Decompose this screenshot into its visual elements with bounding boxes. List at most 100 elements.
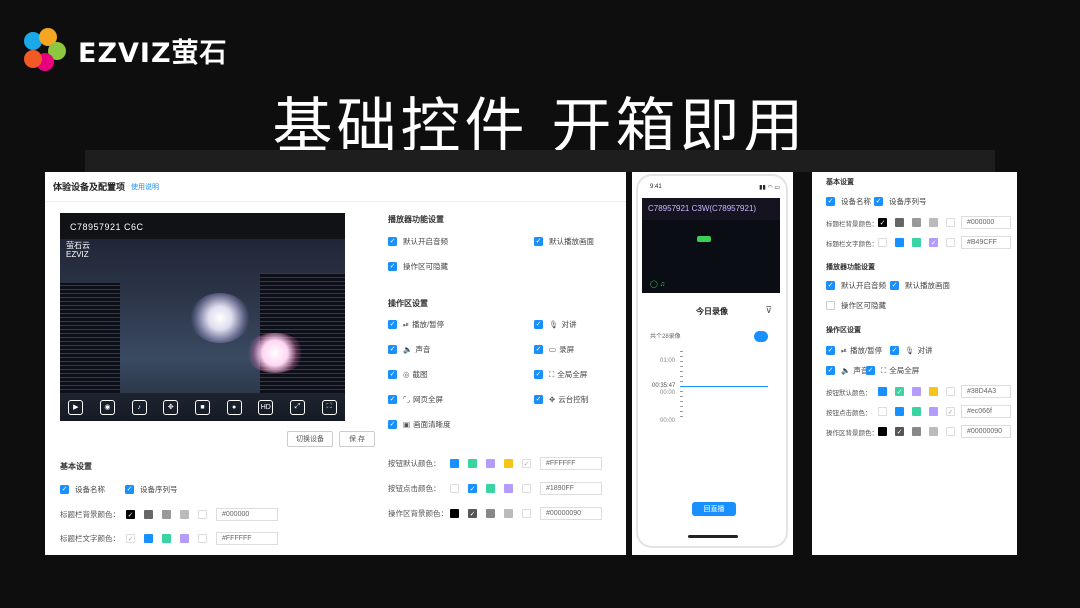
ezviz-flower-icon (24, 28, 68, 72)
hide-ops-option[interactable]: ✓ 操作区可隐藏 (388, 261, 448, 272)
panel-title: 体验设备及配置项 (53, 182, 126, 192)
device-name-option[interactable]: ✓ 设备名称 (60, 484, 105, 495)
hex-input[interactable]: #FFFFFF (216, 532, 278, 545)
swatch-white[interactable] (198, 510, 207, 519)
hex-input[interactable]: #ec066f (961, 405, 1011, 418)
phone-video[interactable]: C78957921 C3W(C78957921) ◯ ♫ (642, 198, 780, 293)
filter-icon[interactable]: ⊽ (765, 305, 772, 316)
btn-default-color-row: 按钮默认颜色： ✓ #38D4A3 (826, 385, 1011, 398)
phone-status-bar: 9:41 ▮▮ ◠ ▭ (650, 184, 780, 191)
swatch-gray[interactable] (162, 510, 171, 519)
fullscreen-option[interactable]: ✓ ⛶ 全局全屏 (866, 365, 919, 376)
hd-icon[interactable]: HD (258, 399, 274, 415)
home-indicator (688, 535, 738, 538)
hex-input[interactable]: #B49CFF (961, 236, 1011, 249)
play-icon[interactable]: ▶ (68, 399, 84, 415)
record-count: 共个28录像 (650, 334, 681, 340)
web-fullscreen-icon[interactable]: ⤢ (289, 399, 305, 415)
ptz-icon: ✥ (549, 395, 556, 404)
hide-ops-option[interactable]: 操作区可隐藏 (826, 300, 886, 311)
fullscreen-option[interactable]: ✓ ⛶ 全局全屏 (534, 369, 587, 380)
swatch-gray[interactable] (144, 510, 153, 519)
device-serial-option[interactable]: ✓ 设备序列号 (125, 484, 178, 495)
hex-input[interactable]: #00000090 (961, 425, 1011, 438)
swatch-yellow[interactable] (504, 459, 513, 468)
swatch-blue[interactable] (144, 534, 153, 543)
swatch-green[interactable] (486, 484, 495, 493)
back-to-live-button[interactable]: 回直播 (692, 502, 736, 516)
device-name-option[interactable]: ✓ 设备名称 (826, 196, 871, 207)
talk-option[interactable]: ✓ 🎙 对讲 (534, 319, 577, 330)
cloud-icon[interactable] (754, 331, 768, 342)
hex-input[interactable]: #00000090 (540, 507, 602, 520)
ptz-option[interactable]: ✓ ✥ 云台控制 (534, 394, 588, 405)
fullscreen-icon[interactable]: ⛶ (321, 399, 337, 415)
swatch-gray[interactable] (486, 509, 495, 518)
swatch-gray[interactable]: ✓ (468, 509, 477, 518)
hex-input[interactable]: #38D4A3 (961, 385, 1011, 398)
swatch-black[interactable]: ✓ (126, 510, 135, 519)
auto-audio-option[interactable]: ✓ 默认开启音频 (826, 280, 886, 291)
swatch-black[interactable] (450, 509, 459, 518)
swatch-green[interactable] (162, 534, 171, 543)
basic-settings-title: 基本设置 (826, 179, 854, 186)
basic-settings-title: 基本设置 (60, 462, 92, 471)
video-player[interactable]: C78957921 C6C 萤石云 EZVIZ ▶ ◉ ♪ ✥ ■ ● HD ⤢ … (60, 213, 345, 421)
auto-audio-option[interactable]: ✓ 默认开启音频 (388, 236, 448, 247)
switch-device-button[interactable]: 切换设备 (287, 431, 333, 447)
hex-input[interactable]: #000000 (216, 508, 278, 521)
talk-option[interactable]: ✓ 🎙 对讲 (890, 345, 933, 356)
brand-logo: EZVIZ萤石 (24, 28, 228, 72)
play-pause-option[interactable]: ✓ ⏯ 播放/暂停 (388, 319, 444, 330)
record-option[interactable]: ✓ ▭ 录屏 (534, 344, 574, 355)
hex-input[interactable]: #000000 (961, 216, 1011, 229)
mic-icon: 🎙 (549, 320, 559, 329)
swatch-purple[interactable] (180, 534, 189, 543)
camera-icon: ◎ (403, 370, 410, 379)
camera-icon[interactable]: ◉ (99, 399, 115, 415)
play-pause-option[interactable]: ✓ ⏯ 播放/暂停 (826, 345, 882, 356)
brand-name: EZVIZ萤石 (78, 37, 228, 69)
timeline-cursor[interactable] (680, 386, 768, 387)
btn-click-color-row: 按钮点击颜色： ✓ #1890FF (388, 482, 602, 495)
device-serial-option[interactable]: ✓ 设备序列号 (874, 196, 927, 207)
record-icon[interactable]: ■ (194, 399, 210, 415)
hex-input[interactable]: #FFFFFF (540, 457, 602, 470)
video-controls: ▶ ◉ ♪ ✥ ■ ● HD ⤢ ⛶ (60, 393, 345, 421)
phone-config-panel: 基本设置 ✓ 设备名称 ✓ 设备序列号 标题栏背景颜色： ✓ #000000 标题栏… (812, 172, 1017, 555)
swatch-gray[interactable] (180, 510, 189, 519)
help-link[interactable]: 使用说明 (131, 182, 159, 192)
record-title: 今日录像 (696, 307, 728, 316)
sound-option[interactable]: ✓ 🔈 声音 (388, 344, 430, 355)
swatch-white[interactable]: ✓ (126, 534, 135, 543)
default-screen-option[interactable]: ✓ 默认播放画面 (534, 236, 594, 247)
save-button[interactable]: 保 存 (339, 431, 375, 447)
swatch-green[interactable] (468, 459, 477, 468)
swatch-blue[interactable] (450, 459, 459, 468)
hex-input[interactable]: #1890FF (540, 482, 602, 495)
swatch-purple[interactable] (486, 459, 495, 468)
swatch-gray[interactable] (504, 509, 513, 518)
web-fullscreen-option[interactable]: ✓ ⌜⌟ 网页全屏 (388, 394, 443, 405)
title-text-color-row: 标题栏文字颜色： ✓ #FFFFFF (60, 532, 278, 545)
checkbox-icon: ✓ (60, 485, 69, 494)
ops-bg-color-row: 操作区背景颜色： ✓ #00000090 (826, 425, 1011, 438)
sound-option[interactable]: ✓ 🔈 声音 (826, 365, 868, 376)
default-screen-option[interactable]: ✓ 默认播放画面 (890, 280, 950, 291)
swatch-white[interactable] (450, 484, 459, 493)
btn-default-color-row: 按钮默认颜色： ✓ #FFFFFF (388, 457, 602, 470)
capture-option[interactable]: ✓ ◎ 截图 (388, 369, 428, 380)
swatch-purple[interactable] (504, 484, 513, 493)
hd-option[interactable]: ✓ ▣ 画面清晰度 (388, 419, 451, 430)
swatch-white[interactable]: ✓ (522, 459, 531, 468)
play-icon: ⏯ (403, 319, 409, 329)
swatch-white[interactable] (522, 484, 531, 493)
swatch-white[interactable] (198, 534, 207, 543)
swatch-blue[interactable]: ✓ (468, 484, 477, 493)
swatch-white[interactable] (522, 509, 531, 518)
volume-icon[interactable]: ♪ (131, 399, 147, 415)
mic-icon[interactable]: ● (226, 399, 242, 415)
record-icon: ▭ (549, 345, 557, 354)
divider-band (85, 150, 995, 172)
ptz-icon[interactable]: ✥ (163, 399, 179, 415)
